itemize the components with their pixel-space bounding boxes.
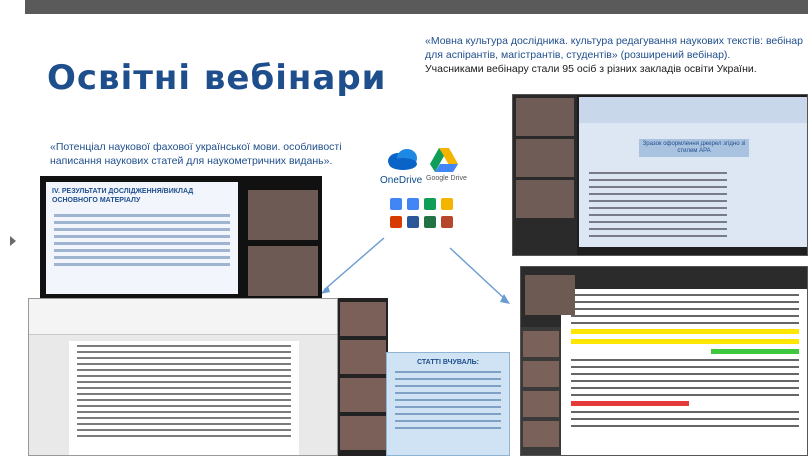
yellow-highlight [571,329,799,334]
google-sheets-icon [424,198,436,210]
caption-left: «Потенціал наукової фахової української … [50,141,342,167]
google-drive-label: Google Drive [426,175,467,182]
yellow-highlight [571,339,799,344]
participant-video [523,331,559,357]
cloud-services-graphic: OneDrive Google Drive [378,148,468,238]
slide-title: Освітні вебінари [47,58,387,98]
participants-column [338,298,388,456]
participant-video [248,246,318,296]
slide-preview-title: IV. РЕЗУЛЬТАТИ ДОСЛІДЖЕННЯ/ВИКЛАД ОСНОВН… [52,188,194,204]
caption-right-participants: Учасниками вебінару стали 95 осіб з різн… [425,63,757,75]
webinar-screenshot-document [28,298,338,456]
participant-video [516,180,574,218]
participant-video [523,421,559,447]
apa-slide-header [579,97,807,123]
webinar-screenshot-blue-slide: СТАТТІ ВЧУВАЛЬ: [386,352,510,456]
word-ribbon [29,299,337,335]
participant-video [340,302,386,336]
participant-video [340,340,386,374]
top-bar [25,0,808,14]
word-icon [407,216,419,228]
participant-video [523,391,559,417]
caption-right-text: «Мовна культура дослідника. культура ред… [425,35,803,61]
document-page [561,289,807,455]
google-docs-icon [407,198,419,210]
powerpoint-icon [441,216,453,228]
google-slides-icon [441,198,453,210]
participant-video [525,275,575,315]
arrow-left-icon [320,237,385,294]
participant-video [523,361,559,387]
webinar-screenshot-apa: Зразок оформлення джерел згідно зі стиле… [512,94,808,256]
participant-video [516,139,574,177]
document-page [69,341,299,455]
participants-column [521,327,561,455]
apa-slide-title: Зразок оформлення джерел згідно зі стиле… [639,139,749,157]
google-drive-icon [430,148,458,172]
webinar-screenshot-highlighted-doc [520,266,808,456]
onedrive-icon [388,149,417,170]
apa-slide: Зразок оформлення джерел згідно зі стиле… [579,97,807,247]
participants-column [513,95,577,255]
participant-video [340,416,386,450]
office-apps-grid [390,198,460,228]
participant-video [248,190,318,240]
green-highlight [711,349,799,354]
excel-icon [424,216,436,228]
prev-slide-arrow-icon[interactable] [10,236,16,246]
webinar-screenshot-slide: IV. РЕЗУЛЬТАТИ ДОСЛІДЖЕННЯ/ВИКЛАД ОСНОВН… [40,176,322,300]
slide-preview: IV. РЕЗУЛЬТАТИ ДОСЛІДЖЕННЯ/ВИКЛАД ОСНОВН… [46,182,238,294]
google-icon [390,198,402,210]
caption-right: «Мовна культура дослідника. культура ред… [425,34,805,76]
office-icon [390,216,402,228]
participant-video [516,98,574,136]
arrow-right-icon [449,247,510,304]
onedrive-label: OneDrive [380,175,423,186]
red-highlight [571,401,689,406]
participant-video [340,378,386,412]
blue-slide-title: СТАТТІ ВЧУВАЛЬ: [416,359,480,366]
